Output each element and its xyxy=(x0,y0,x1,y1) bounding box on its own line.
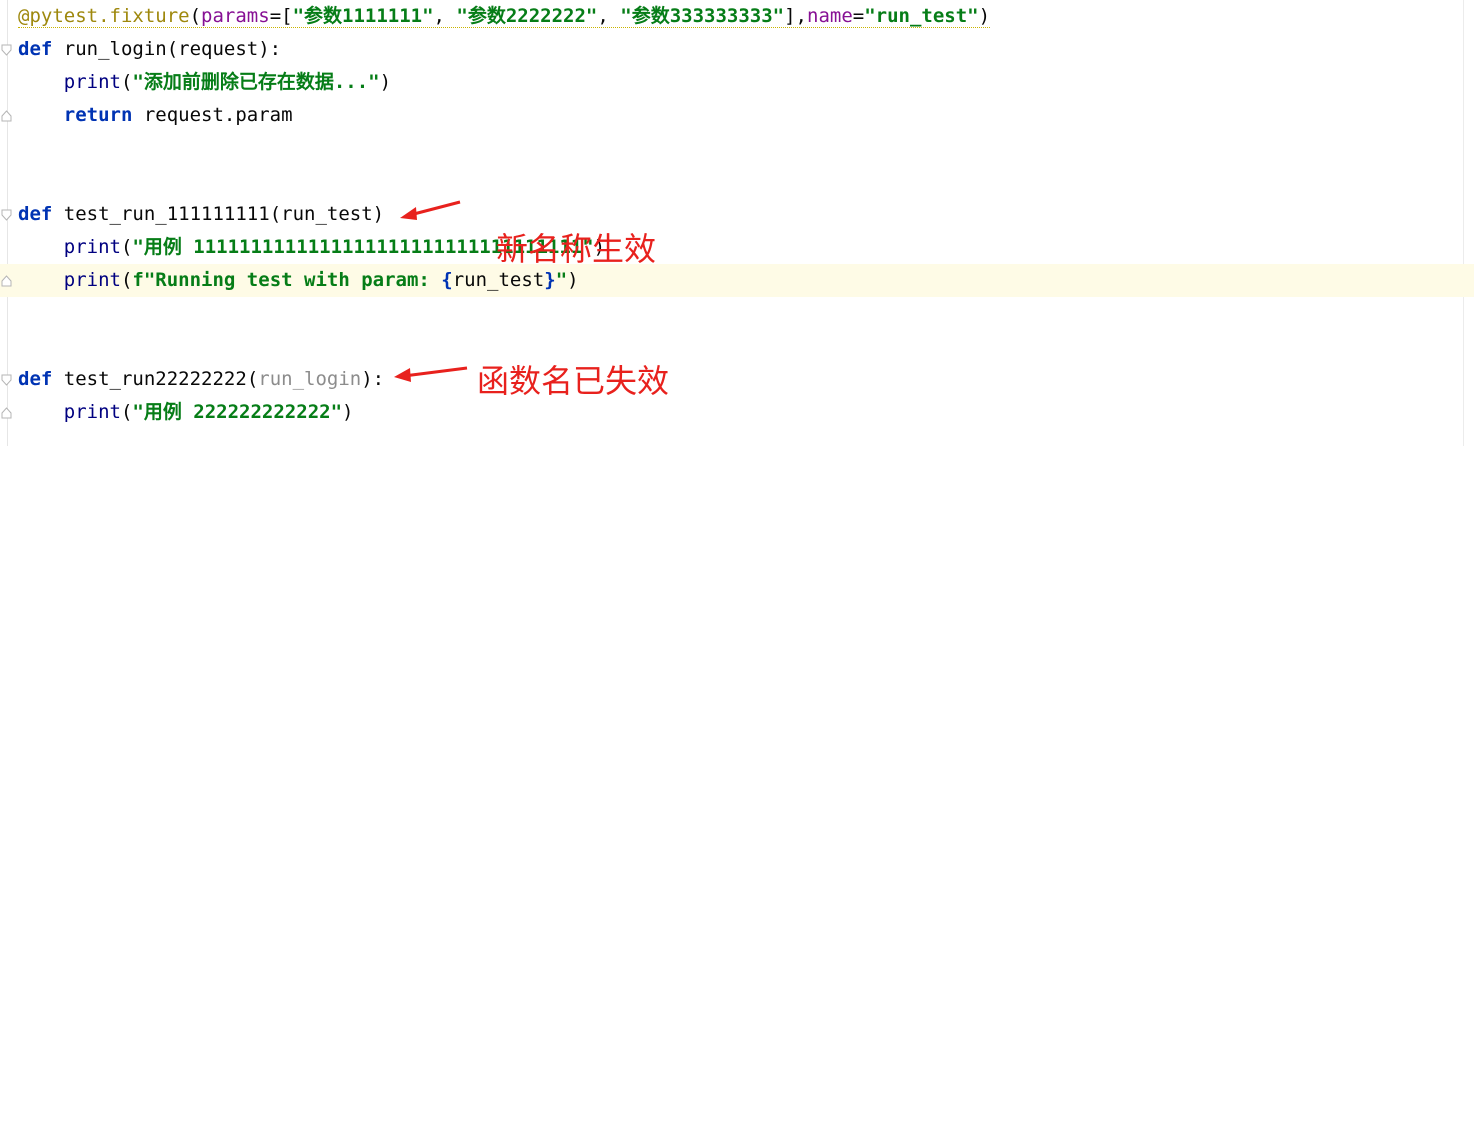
paren-token: ): xyxy=(361,368,385,390)
fstring-literal: f"Running test with param: xyxy=(132,269,442,291)
keyword-def: def xyxy=(18,38,53,60)
builtin-print: print xyxy=(63,401,121,423)
code-editor[interactable]: @pytest.fixture(params=["参数1111111", "参数… xyxy=(0,0,1474,446)
string-literal: "添加前删除已存在数据..." xyxy=(132,71,380,93)
paren-token: ) xyxy=(978,5,991,27)
editor-scroll-edge xyxy=(1463,0,1464,446)
string-literal: "参数333333333" xyxy=(620,5,785,27)
annotation-new-name-effective: 新名称生效 xyxy=(496,230,657,268)
function-name: test_run_111111111 xyxy=(63,203,270,225)
paren-token: ( xyxy=(120,269,133,291)
keyword-return: return xyxy=(63,104,133,126)
fold-open-icon[interactable] xyxy=(1,374,12,386)
paren-token: ) xyxy=(567,269,579,291)
builtin-print: print xyxy=(63,269,121,291)
paren-token: ( xyxy=(246,368,259,390)
fold-close-icon[interactable] xyxy=(1,110,12,122)
code-line-def-test-run-2[interactable]: def test_run22222222(run_login): xyxy=(18,363,384,396)
comma-token: , xyxy=(433,5,457,27)
fstring-variable: run_test xyxy=(452,269,545,291)
string-literal: "run_test" xyxy=(864,5,979,27)
unused-parameter: run_login xyxy=(258,368,362,390)
builtin-print: print xyxy=(63,236,121,258)
comma-token: , xyxy=(597,5,621,27)
name-kwarg: name xyxy=(807,5,853,27)
params-kwarg: params xyxy=(201,5,270,27)
paren-token: ( xyxy=(120,236,133,258)
operator-token: =[ xyxy=(269,5,293,27)
code-line-print[interactable]: print("添加前删除已存在数据...") xyxy=(18,66,391,99)
fold-close-icon[interactable] xyxy=(1,407,12,419)
function-args: (request): xyxy=(166,38,282,60)
fold-close-icon[interactable] xyxy=(1,275,12,287)
bracket-token: ], xyxy=(784,5,807,27)
code-line-return[interactable]: return request.param xyxy=(18,99,293,132)
string-literal: "参数1111111" xyxy=(292,5,434,27)
code-line-def-test-run-1[interactable]: def test_run_111111111(run_test) xyxy=(18,198,384,231)
function-name: test_run22222222 xyxy=(63,368,247,390)
builtin-print: print xyxy=(63,71,121,93)
paren-token: ( xyxy=(120,401,133,423)
code-line-print-fstring[interactable]: print(f"Running test with param: {run_te… xyxy=(18,264,579,297)
paren-token: ) xyxy=(379,71,392,93)
fold-open-icon[interactable] xyxy=(1,209,12,221)
keyword-def: def xyxy=(18,368,53,390)
keyword-def: def xyxy=(18,203,53,225)
code-line-print[interactable]: print("用例 222222222222") xyxy=(18,396,354,429)
code-line-decorator[interactable]: @pytest.fixture(params=["参数1111111", "参数… xyxy=(18,0,991,33)
red-arrow-icon xyxy=(394,366,468,382)
function-args: (run_test) xyxy=(269,203,385,225)
fold-open-icon[interactable] xyxy=(1,44,12,56)
annotation-func-name-invalid: 函数名已失效 xyxy=(477,362,670,400)
code-line-def-run-login[interactable]: def run_login(request): xyxy=(18,33,281,66)
brace-token: } xyxy=(544,269,556,291)
paren-token: ( xyxy=(120,71,133,93)
brace-token: { xyxy=(441,269,453,291)
red-arrow-icon xyxy=(400,200,461,220)
function-name: run_login xyxy=(63,38,167,60)
paren-token: ) xyxy=(342,401,354,423)
string-literal: "参数2222222" xyxy=(456,5,598,27)
paren-token: ( xyxy=(189,5,202,27)
decorator-token: @pytest.fixture xyxy=(18,5,190,27)
operator-token: = xyxy=(852,5,865,27)
fstring-literal: " xyxy=(555,269,568,291)
return-expression: request.param xyxy=(132,104,293,126)
string-literal: "用例 222222222222" xyxy=(132,401,343,423)
